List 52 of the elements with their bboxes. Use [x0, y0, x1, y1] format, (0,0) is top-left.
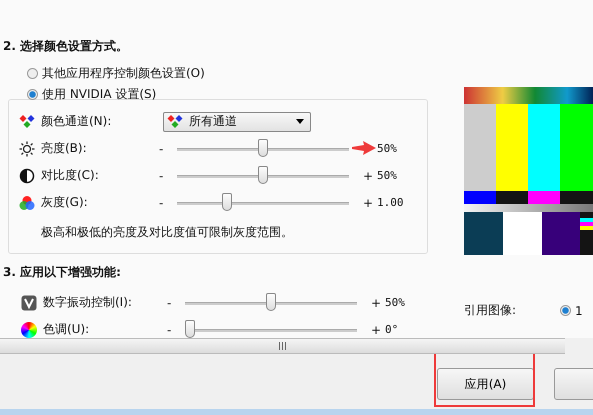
note-text: 极高和极低的亮度及对比度值可限制灰度范围。	[41, 224, 294, 241]
radio-option[interactable]: 使用 NVIDIA 设置(S)	[27, 84, 440, 105]
color-circles-icon	[19, 194, 35, 210]
caret-icon	[296, 119, 304, 124]
diamonds-icon	[19, 114, 35, 130]
radio-option[interactable]: 其他应用程序控制颜色设置(O)	[27, 63, 440, 84]
field-label: 颜色通道(N):	[41, 113, 112, 130]
section-heading: 3. 应用以下增强功能:	[3, 264, 122, 281]
slider-value: 1.00	[377, 196, 404, 209]
slider-thumb[interactable]	[258, 138, 268, 156]
color-wheel-icon	[21, 322, 37, 338]
slider-thumb[interactable]	[185, 320, 196, 338]
slider-thumb[interactable]	[222, 192, 232, 210]
slider[interactable]	[185, 292, 357, 312]
sun-icon	[19, 140, 35, 156]
slider-value: 50%	[377, 142, 398, 155]
radio-button[interactable]	[560, 305, 572, 316]
slider[interactable]	[177, 192, 349, 212]
minus-sign: -	[167, 296, 172, 310]
slider-value: 50%	[377, 169, 398, 182]
minus-sign: -	[159, 196, 164, 210]
grip-icon	[279, 342, 286, 350]
diamonds-icon	[167, 114, 183, 130]
vibrance-icon	[21, 294, 37, 310]
horizontal-scrollbar[interactable]	[0, 338, 565, 354]
slider[interactable]	[185, 320, 357, 340]
slider-label: 对比度(C):	[41, 167, 100, 184]
slider-label: 灰度(G):	[41, 194, 89, 211]
plus-sign: +	[371, 322, 382, 336]
slider-label: 数字振动控制(I):	[43, 294, 133, 311]
channel-dropdown[interactable]: 所有通道	[163, 112, 311, 132]
reference-label: 引用图像:	[464, 302, 516, 319]
slider-thumb[interactable]	[258, 166, 268, 184]
slider[interactable]	[177, 138, 349, 158]
slider-thumb[interactable]	[266, 292, 276, 310]
slider-value: 0°	[385, 323, 400, 336]
contrast-icon	[19, 168, 35, 184]
apply-button[interactable]: 应用(A)	[437, 368, 534, 400]
slider-label: 亮度(B):	[41, 140, 88, 157]
slider-value: 50%	[385, 296, 406, 309]
radio-button[interactable]	[27, 68, 38, 79]
minus-sign: -	[159, 142, 164, 156]
slider[interactable]	[177, 166, 349, 186]
minus-sign: -	[159, 168, 164, 182]
radio-option[interactable]: 1	[560, 300, 583, 321]
radio-button[interactable]	[27, 89, 38, 100]
section-heading: 2. 选择颜色设置方式。	[3, 38, 130, 55]
plus-sign: +	[363, 196, 374, 210]
minus-sign: -	[167, 322, 172, 336]
plus-sign: +	[371, 296, 382, 310]
slider-label: 色调(U):	[43, 321, 90, 338]
plus-sign: +	[363, 168, 374, 182]
